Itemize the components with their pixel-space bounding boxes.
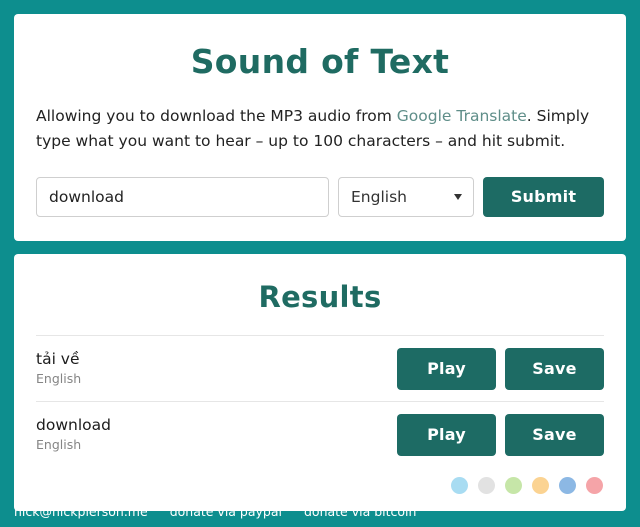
description-part-1: Allowing you to download the MP3 audio f… bbox=[36, 107, 397, 126]
result-actions: Play Save bbox=[397, 347, 604, 390]
result-phrase: tải về bbox=[36, 350, 80, 369]
google-translate-link[interactable]: Google Translate bbox=[397, 107, 527, 125]
text-input[interactable] bbox=[36, 176, 329, 217]
results-title: Results bbox=[258, 279, 382, 314]
dot-light-blue-icon[interactable] bbox=[451, 477, 468, 495]
save-button[interactable]: Save bbox=[505, 413, 604, 456]
app-root: Download.com.vn Sound of Text Allowing y… bbox=[0, 0, 640, 527]
table-row: download English Play Save bbox=[36, 401, 604, 467]
result-phrase: download bbox=[36, 416, 111, 435]
results-panel: Results tải về English Play Save downloa… bbox=[14, 253, 626, 511]
footer-link-paypal[interactable]: donate via paypal bbox=[159, 504, 293, 519]
play-button[interactable]: Play bbox=[397, 347, 496, 390]
dot-light-gray-icon[interactable] bbox=[478, 477, 495, 495]
language-select-value[interactable]: English bbox=[338, 176, 474, 217]
dot-blue-icon[interactable] bbox=[559, 477, 576, 495]
language-select[interactable]: English bbox=[338, 176, 474, 217]
play-button[interactable]: Play bbox=[397, 413, 496, 456]
page-description: Allowing you to download the MP3 audio f… bbox=[36, 104, 604, 154]
footer-link-email[interactable]: nick@nickpierson.me bbox=[14, 504, 159, 519]
result-info: download English bbox=[36, 416, 111, 453]
dot-light-orange-icon[interactable] bbox=[532, 477, 549, 495]
submit-button[interactable]: Submit bbox=[483, 176, 604, 217]
footer: nick@nickpierson.me donate via paypal do… bbox=[14, 495, 427, 527]
result-actions: Play Save bbox=[397, 413, 604, 456]
page-title: Sound of Text bbox=[190, 42, 450, 81]
result-language: English bbox=[36, 371, 82, 387]
dot-pink-icon[interactable] bbox=[586, 477, 603, 495]
footer-link-bitcoin[interactable]: donate via bitcoin bbox=[293, 504, 427, 519]
result-info: tải về English bbox=[36, 350, 82, 387]
table-row: tải về English Play Save bbox=[36, 335, 604, 401]
save-button[interactable]: Save bbox=[505, 347, 604, 390]
dot-light-green-icon[interactable] bbox=[505, 477, 522, 495]
main-panel: Sound of Text Allowing you to download t… bbox=[14, 14, 626, 241]
result-language: English bbox=[36, 437, 82, 453]
social-share-dots bbox=[36, 467, 604, 495]
tts-form: English Submit bbox=[36, 176, 604, 217]
